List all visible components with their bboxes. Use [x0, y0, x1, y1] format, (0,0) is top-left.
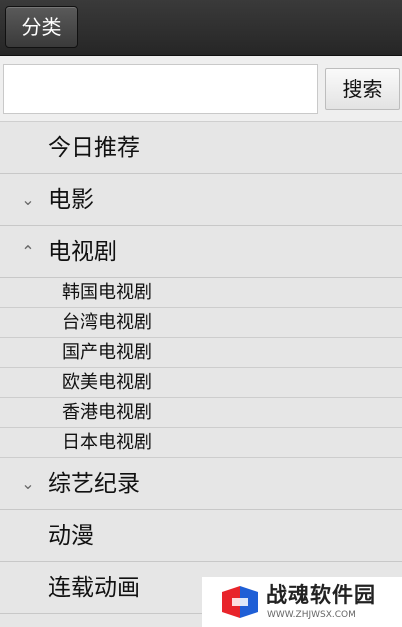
- submenu-item-label: 国产电视剧: [62, 342, 152, 363]
- chevron-down-icon: ⌄: [21, 190, 35, 209]
- submenu-item-label: 香港电视剧: [62, 402, 152, 423]
- submenu-item-taiwan-tv[interactable]: 台湾电视剧: [0, 308, 402, 338]
- submenu-item-label: 欧美电视剧: [62, 372, 152, 393]
- menu-item-label: 动漫: [48, 523, 94, 549]
- menu-item-anime[interactable]: 动漫: [0, 510, 402, 562]
- submenu-item-label: 韩国电视剧: [62, 282, 152, 303]
- menu-item-movie[interactable]: ⌄ 电影: [0, 174, 402, 226]
- watermark-url: WWW.ZHJWSX.COM: [267, 610, 356, 620]
- menu-item-tv[interactable]: ⌃ 电视剧: [0, 226, 402, 278]
- menu-item-today[interactable]: 今日推荐: [0, 122, 402, 174]
- top-bar: 分类: [0, 0, 402, 56]
- submenu-item-western-tv[interactable]: 欧美电视剧: [0, 368, 402, 398]
- menu-item-label: 电影: [48, 187, 94, 213]
- site-logo-icon: [222, 586, 258, 618]
- menu-item-label: 连载动画: [48, 575, 140, 601]
- search-bar: 搜索: [0, 56, 402, 122]
- menu-item-label: 电视剧: [48, 239, 117, 265]
- category-button[interactable]: 分类: [5, 6, 78, 48]
- submenu-item-hongkong-tv[interactable]: 香港电视剧: [0, 398, 402, 428]
- search-input[interactable]: [3, 64, 318, 114]
- submenu-item-korean-tv[interactable]: 韩国电视剧: [0, 278, 402, 308]
- watermark-title: 战魂软件园: [266, 583, 376, 607]
- search-button[interactable]: 搜索: [325, 68, 400, 110]
- chevron-up-icon: ⌃: [21, 242, 35, 261]
- watermark: 战魂软件园 WWW.ZHJWSX.COM: [202, 577, 402, 627]
- app-window: 分类 搜索 今日推荐 ⌄ 电影 ⌃ 电视剧 韩国电视剧 台湾电视剧 国产电视剧 …: [0, 0, 402, 627]
- chevron-down-icon: ⌄: [21, 474, 35, 493]
- menu-item-label: 今日推荐: [48, 135, 140, 161]
- menu-item-variety[interactable]: ⌄ 综艺纪录: [0, 458, 402, 510]
- submenu-item-label: 台湾电视剧: [62, 312, 152, 333]
- submenu-item-japanese-tv[interactable]: 日本电视剧: [0, 428, 402, 458]
- menu-item-label: 综艺纪录: [48, 471, 140, 497]
- submenu-item-domestic-tv[interactable]: 国产电视剧: [0, 338, 402, 368]
- submenu-item-label: 日本电视剧: [62, 432, 152, 453]
- category-menu: 今日推荐 ⌄ 电影 ⌃ 电视剧 韩国电视剧 台湾电视剧 国产电视剧 欧美电视剧 …: [0, 122, 402, 614]
